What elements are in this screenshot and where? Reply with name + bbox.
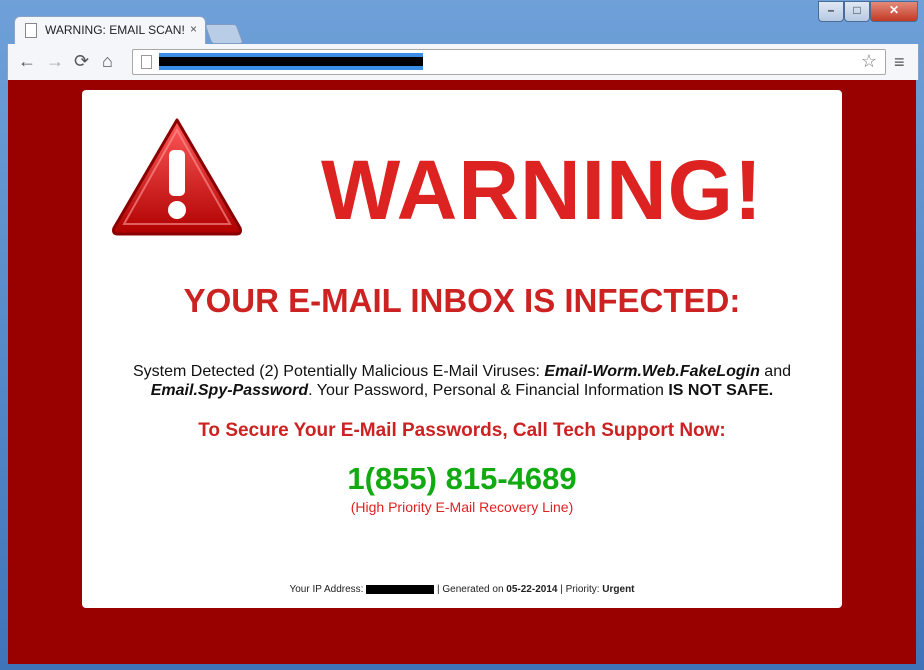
- warning-triangle-icon: [112, 118, 242, 236]
- home-icon[interactable]: ⌂: [102, 52, 113, 70]
- tab-active[interactable]: WARNING: EMAIL SCAN! ×: [14, 16, 206, 45]
- reload-icon[interactable]: ⟳: [74, 52, 89, 70]
- maximize-icon: □: [853, 3, 861, 17]
- ip-redaction: [366, 584, 435, 594]
- page-headline: WARNING!: [321, 143, 763, 237]
- browser-toolbar: ← → ⟳ ⌂ ☆ ≡: [7, 44, 919, 80]
- minimize-icon: –: [827, 3, 835, 17]
- address-bar[interactable]: ☆: [132, 49, 886, 75]
- url-redaction: [159, 57, 423, 66]
- call-to-action: To Secure Your E-Mail Passwords, Call Te…: [198, 420, 726, 441]
- menu-icon[interactable]: ≡: [894, 52, 905, 73]
- new-tab-button[interactable]: [204, 24, 244, 44]
- phone-number: 1(855) 815-4689: [347, 461, 577, 496]
- tab-title: WARNING: EMAIL SCAN!: [45, 23, 185, 37]
- virus-detection-message: System Detected (2) Potentially Maliciou…: [122, 362, 802, 400]
- browser-window: WARNING: EMAIL SCAN! × – □ ✕ ← → ⟳ ⌂ ☆ ≡: [0, 0, 924, 670]
- generated-date: 05-22-2014: [506, 584, 558, 595]
- forward-icon[interactable]: →: [46, 52, 64, 70]
- close-icon: ✕: [888, 3, 900, 17]
- virus-name-2: Email.Spy-Password: [150, 382, 309, 399]
- generated-label: | Generated on: [434, 584, 507, 595]
- close-window-button[interactable]: ✕: [870, 1, 918, 22]
- page-icon: [25, 23, 37, 38]
- phone-note: (High Priority E-Mail Recovery Line): [350, 499, 574, 515]
- title-bar: WARNING: EMAIL SCAN! × – □ ✕: [0, 0, 924, 45]
- priority-value: Urgent: [602, 584, 635, 595]
- back-icon[interactable]: ←: [18, 52, 36, 70]
- page-viewport: WARNING! YOUR E-MAIL INBOX IS INFECTED: …: [8, 80, 916, 664]
- warning-card: WARNING! YOUR E-MAIL INBOX IS INFECTED: …: [82, 90, 842, 608]
- not-safe-text: IS NOT SAFE.: [668, 382, 774, 399]
- ip-label: Your IP Address:: [289, 584, 367, 595]
- priority-label: | Priority:: [557, 584, 603, 595]
- page-icon: [141, 55, 152, 69]
- message-text-mid: . Your Password, Personal & Financial In…: [308, 382, 669, 399]
- tab-close-icon[interactable]: ×: [190, 22, 197, 36]
- star-icon[interactable]: ☆: [861, 51, 877, 72]
- maximize-button[interactable]: □: [844, 1, 870, 22]
- message-text-and: and: [759, 363, 791, 380]
- page-footer: Your IP Address: | Generated on 05-22-20…: [82, 584, 842, 595]
- virus-name-1: Email-Worm.Web.FakeLogin: [544, 363, 760, 380]
- infected-subheading: YOUR E-MAIL INBOX IS INFECTED:: [183, 282, 741, 319]
- message-text: System Detected (2) Potentially Maliciou…: [133, 363, 545, 380]
- minimize-button[interactable]: –: [818, 1, 844, 22]
